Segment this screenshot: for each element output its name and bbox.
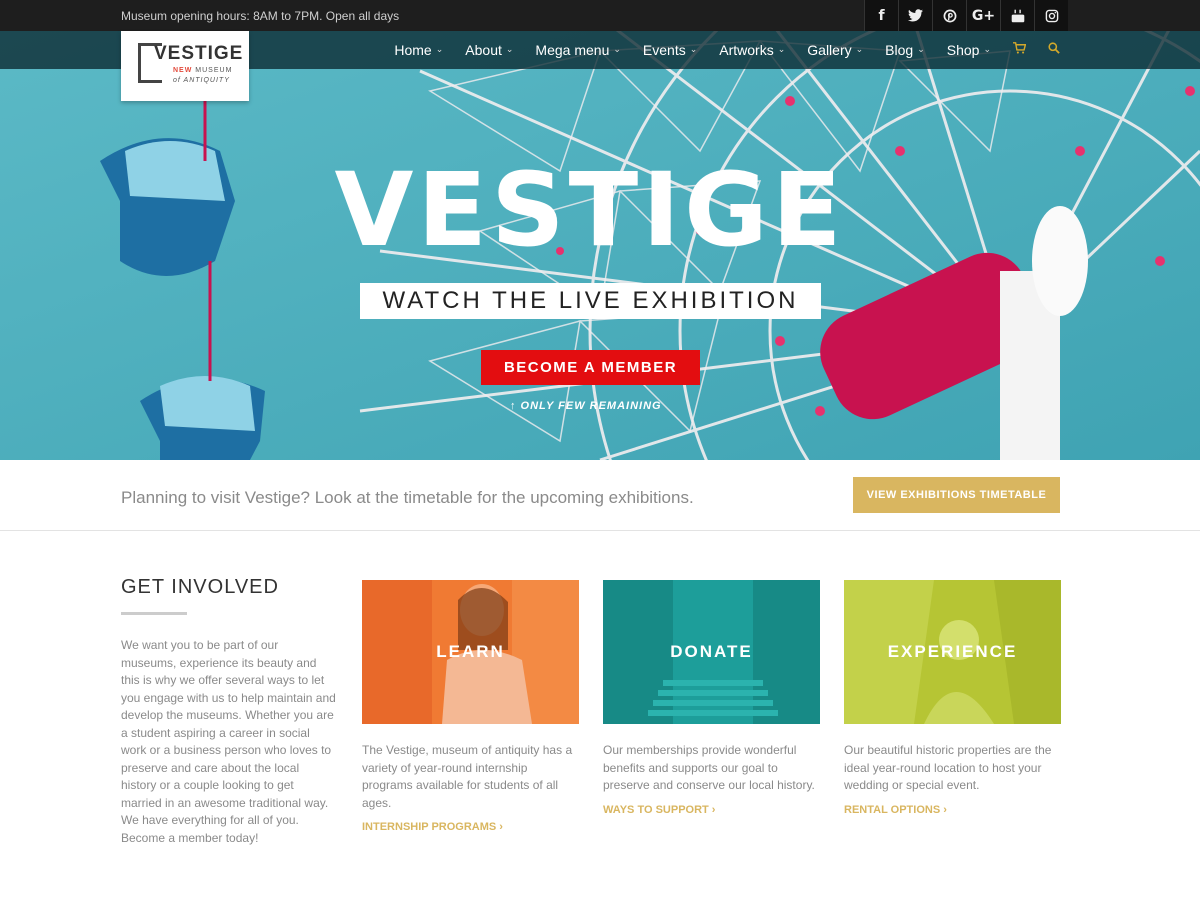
chevron-down-icon: ⌄ — [917, 45, 925, 55]
experience-label: EXPERIENCE — [887, 642, 1018, 661]
nav-label: Blog — [885, 42, 914, 58]
experience-card: EXPERIENCE Our beautiful historic proper… — [844, 580, 1061, 816]
hero-subtitle: WATCH THE LIVE EXHIBITION — [360, 283, 821, 319]
chevron-down-icon: ⌄ — [505, 45, 514, 55]
logo-tagline-accent: NEW — [173, 67, 193, 74]
nav-item-artworks[interactable]: Artworks ⌄ — [719, 42, 785, 58]
plan-visit-text: Planning to visit Vestige? Look at the t… — [121, 488, 694, 507]
internship-programs-link[interactable]: INTERNSHIP PROGRAMS › — [362, 821, 579, 833]
opening-hours: Museum opening hours: 8AM to 7PM. Open a… — [121, 9, 400, 23]
logo-tagline-text: MUSEUM — [195, 67, 233, 74]
nav-label: Home — [394, 42, 432, 58]
social-links: f G+ — [864, 0, 1068, 31]
rental-options-link[interactable]: RENTAL OPTIONS › — [844, 804, 1061, 816]
youtube-icon[interactable] — [1000, 0, 1034, 31]
logo-tagline: NEW MUSEUM — [173, 67, 232, 74]
cart-icon[interactable] — [1013, 42, 1027, 58]
logo-tagline-line3: of ANTIQUITY — [173, 77, 230, 84]
get-involved-text: We want you to be part of our museums, e… — [121, 638, 336, 845]
chevron-down-icon: ⌄ — [983, 45, 991, 55]
donate-label: DONATE — [670, 642, 753, 661]
heading-divider — [121, 612, 187, 615]
donate-image[interactable]: DONATE — [603, 580, 820, 724]
top-bar: Museum opening hours: 8AM to 7PM. Open a… — [0, 0, 1200, 31]
nav-item-about[interactable]: About ⌄ — [465, 42, 513, 58]
view-timetable-button[interactable]: VIEW EXHIBITIONS TIMETABLE — [853, 477, 1060, 513]
instagram-icon[interactable] — [1034, 0, 1068, 31]
learn-description: The Vestige, museum of antiquity has a v… — [362, 743, 573, 810]
nav-label: Events — [642, 42, 686, 58]
nav-item-home[interactable]: Home ⌄ — [394, 42, 443, 58]
donate-card: DONATE Our memberships provide wonderful… — [603, 580, 820, 816]
learn-card: LEARN The Vestige, museum of antiquity h… — [362, 580, 579, 833]
hero-title: VESTIGE — [334, 151, 846, 270]
twitter-icon[interactable] — [898, 0, 932, 31]
become-member-button[interactable]: BECOME A MEMBER — [481, 350, 700, 385]
chevron-down-icon: ⌄ — [855, 45, 864, 55]
nav-item-events[interactable]: Events ⌄ — [643, 42, 697, 58]
nav-item-gallery[interactable]: Gallery ⌄ — [807, 42, 863, 58]
donate-description: Our memberships provide wonderful benefi… — [603, 743, 815, 792]
nav-item-blog[interactable]: Blog ⌄ — [885, 42, 925, 58]
experience-image[interactable]: EXPERIENCE — [844, 580, 1061, 724]
learn-label: LEARN — [436, 642, 505, 661]
chevron-down-icon: ⌄ — [613, 45, 621, 55]
nav-label: About — [465, 42, 502, 58]
remaining-note: ↑ ONLY FEW REMAINING — [510, 400, 662, 412]
nav-item-shop[interactable]: Shop ⌄ — [947, 42, 991, 58]
pinterest-icon[interactable] — [932, 0, 966, 31]
chevron-down-icon: ⌄ — [777, 45, 786, 55]
experience-description: Our beautiful historic properties are th… — [844, 743, 1052, 792]
nav-label: Mega menu — [535, 42, 610, 58]
learn-image[interactable]: LEARN — [362, 580, 579, 724]
plan-visit-bar: Planning to visit Vestige? Look at the t… — [0, 460, 1200, 531]
nav-item-mega-menu[interactable]: Mega menu ⌄ — [535, 42, 620, 58]
nav-label: Gallery — [807, 42, 852, 58]
nav-menu: Home ⌄ About ⌄ Mega menu ⌄ Events ⌄ Artworks… — [372, 31, 1060, 69]
search-icon[interactable] — [1048, 42, 1060, 58]
ways-to-support-link[interactable]: WAYS TO SUPPORT › — [603, 804, 820, 816]
nav-label: Shop — [946, 42, 980, 58]
google-plus-icon[interactable]: G+ — [966, 0, 1000, 31]
logo-name: VESTIGE — [154, 43, 244, 64]
chevron-down-icon: ⌄ — [435, 45, 444, 55]
nav-label: Artworks — [719, 42, 774, 58]
site-logo[interactable]: VESTIGE NEW MUSEUM of ANTIQUITY — [121, 31, 249, 101]
get-involved-heading: GET INVOLVED — [121, 576, 279, 598]
facebook-icon[interactable]: f — [864, 0, 898, 31]
chevron-down-icon: ⌄ — [689, 45, 698, 55]
